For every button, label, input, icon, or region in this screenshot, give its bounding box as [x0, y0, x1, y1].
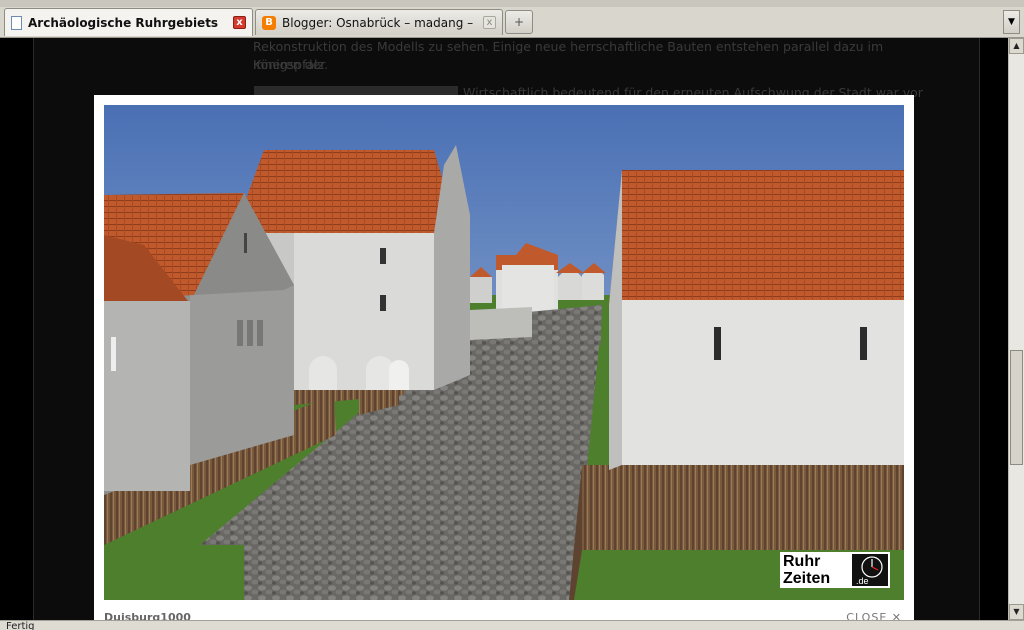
tab-list-button[interactable]: ▼ — [1003, 10, 1020, 34]
article-text-line: Königspfalz. — [253, 57, 329, 72]
blogger-icon: B — [262, 15, 276, 30]
logo-text: Ruhr — [783, 553, 821, 570]
reconstruction-render — [104, 105, 904, 600]
logo-text: Zeiten — [783, 570, 831, 587]
scrollbar-thumb[interactable] — [1010, 350, 1023, 465]
tab-label: Archäologische Ruhrgebiets — [28, 15, 219, 30]
tab-blogger[interactable]: B Blogger: Osnabrück – madang – … x — [255, 9, 503, 35]
logo-badge: .de — [856, 576, 869, 586]
lightbox-image: Ruhr Zeiten .de — [104, 105, 904, 600]
vertical-scrollbar[interactable]: ▲ ▼ — [1008, 38, 1024, 620]
tab-archaeologische[interactable]: Archäologische Ruhrgebiets x — [4, 8, 253, 36]
close-tab-icon[interactable]: x — [233, 16, 246, 29]
close-tab-icon[interactable]: x — [483, 16, 496, 29]
clock-icon: .de — [852, 554, 888, 586]
scroll-down-icon[interactable]: ▼ — [1009, 604, 1024, 620]
page-icon — [11, 15, 22, 30]
tab-label: Blogger: Osnabrück – madang – … — [282, 15, 477, 30]
status-bar: Fertig — [0, 620, 1024, 630]
top-toolbar-strip — [0, 0, 1024, 7]
ruhrzeiten-logo: Ruhr Zeiten .de — [780, 552, 890, 588]
tab-bar: Archäologische Ruhrgebiets x B Blogger: … — [0, 0, 1024, 38]
new-tab-button[interactable]: + — [505, 10, 533, 34]
scroll-up-icon[interactable]: ▲ — [1009, 38, 1024, 54]
image-lightbox: Ruhr Zeiten .de Duisburg1000 CLOSE ✕ — [94, 95, 914, 624]
